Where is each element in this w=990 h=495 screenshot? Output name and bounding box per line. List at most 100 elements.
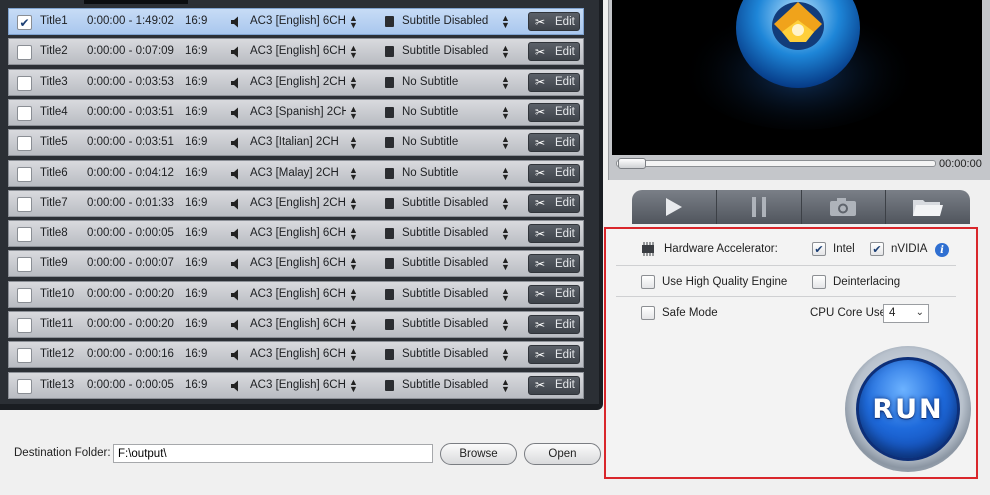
deinterlacing-checkbox[interactable]	[812, 275, 826, 289]
audio-track-select[interactable]: AC3 [English] 6CH	[250, 318, 346, 330]
audio-dropdown-arrows-icon[interactable]: ▲ ▼	[349, 165, 358, 181]
play-button[interactable]	[632, 190, 717, 224]
edit-button[interactable]: ✂ Edit	[528, 375, 580, 395]
title-checkbox[interactable]	[17, 227, 32, 243]
audio-dropdown-arrows-icon[interactable]: ▲ ▼	[349, 14, 358, 30]
edit-button[interactable]: ✂ Edit	[528, 163, 580, 183]
audio-track-select[interactable]: AC3 [English] 6CH	[250, 15, 346, 27]
title-row[interactable]: Title3 0:00:00 - 0:03:53 16:9 AC3 [Engli…	[8, 68, 584, 96]
preview-progress-thumb[interactable]	[618, 158, 646, 169]
title-checkbox[interactable]	[17, 287, 32, 303]
title-row[interactable]: Title4 0:00:00 - 0:03:51 16:9 AC3 [Spani…	[8, 98, 584, 126]
title-row[interactable]: Title5 0:00:00 - 0:03:51 16:9 AC3 [Itali…	[8, 129, 584, 157]
subtitle-dropdown-arrows-icon[interactable]: ▲ ▼	[501, 286, 510, 302]
subtitle-dropdown-arrows-icon[interactable]: ▲ ▼	[501, 317, 510, 333]
high-quality-engine-checkbox[interactable]	[641, 275, 655, 289]
title-row[interactable]: Title10 0:00:00 - 0:00:20 16:9 AC3 [Engl…	[8, 280, 584, 308]
subtitle-dropdown-arrows-icon[interactable]: ▲ ▼	[501, 135, 510, 151]
title-checkbox[interactable]	[17, 318, 32, 333]
title-checkbox[interactable]	[17, 105, 32, 121]
open-button[interactable]: Open	[524, 443, 601, 465]
safe-mode-checkbox[interactable]	[641, 306, 655, 320]
audio-track-select[interactable]: AC3 [English] 6CH	[250, 227, 346, 239]
edit-button[interactable]: ✂ Edit	[528, 224, 580, 244]
edit-button[interactable]: ✂ Edit	[528, 102, 580, 122]
deinterlacing-option[interactable]: Deinterlacing	[812, 275, 900, 289]
subtitle-select[interactable]: Subtitle Disabled	[402, 227, 488, 239]
title-row[interactable]: Title13 0:00:00 - 0:00:05 16:9 AC3 [Engl…	[8, 371, 584, 399]
subtitle-dropdown-arrows-icon[interactable]: ▲ ▼	[501, 226, 510, 242]
edit-button[interactable]: ✂ Edit	[528, 345, 580, 365]
run-button[interactable]: RUN	[845, 346, 971, 472]
title-checkbox[interactable]	[17, 348, 32, 364]
subtitle-dropdown-arrows-icon[interactable]: ▲ ▼	[501, 104, 510, 120]
audio-dropdown-arrows-icon[interactable]: ▲ ▼	[349, 317, 358, 333]
audio-dropdown-arrows-icon[interactable]: ▲ ▼	[349, 226, 358, 242]
title-checkbox[interactable]	[17, 136, 32, 152]
safe-mode-option[interactable]: Safe Mode	[641, 306, 718, 320]
subtitle-select[interactable]: No Subtitle	[402, 136, 458, 148]
title-checkbox[interactable]	[17, 75, 32, 91]
browse-button[interactable]: Browse	[440, 443, 517, 465]
edit-button[interactable]: ✂ Edit	[528, 315, 580, 334]
subtitle-select[interactable]: Subtitle Disabled	[402, 288, 488, 300]
destination-folder-input[interactable]	[113, 444, 433, 463]
pause-button[interactable]	[716, 190, 802, 224]
audio-dropdown-arrows-icon[interactable]: ▲ ▼	[349, 44, 358, 60]
intel-option[interactable]: ✔ Intel	[812, 242, 855, 256]
title-checkbox[interactable]	[17, 257, 32, 273]
subtitle-select[interactable]: Subtitle Disabled	[402, 257, 488, 269]
audio-track-select[interactable]: AC3 [English] 6CH	[250, 348, 346, 360]
subtitle-dropdown-arrows-icon[interactable]: ▲ ▼	[501, 256, 510, 272]
subtitle-select[interactable]: No Subtitle	[402, 76, 458, 88]
audio-dropdown-arrows-icon[interactable]: ▲ ▼	[349, 256, 358, 272]
audio-track-select[interactable]: AC3 [English] 6CH	[250, 45, 346, 57]
snapshot-button[interactable]	[801, 190, 887, 224]
title-row[interactable]: Title6 0:00:00 - 0:04:12 16:9 AC3 [Malay…	[8, 159, 584, 187]
subtitle-select[interactable]: No Subtitle	[402, 106, 458, 118]
title-row[interactable]: ✔ Title1 0:00:00 - 1:49:02 16:9 AC3 [Eng…	[8, 8, 584, 35]
audio-track-select[interactable]: AC3 [English] 6CH	[250, 257, 346, 269]
subtitle-select[interactable]: Subtitle Disabled	[402, 348, 488, 360]
edit-button[interactable]: ✂ Edit	[528, 72, 580, 92]
subtitle-dropdown-arrows-icon[interactable]: ▲ ▼	[501, 377, 510, 393]
subtitle-dropdown-arrows-icon[interactable]: ▲ ▼	[501, 195, 510, 211]
subtitle-dropdown-arrows-icon[interactable]: ▲ ▼	[501, 14, 510, 30]
title-row[interactable]: Title7 0:00:00 - 0:01:33 16:9 AC3 [Engli…	[8, 189, 584, 217]
subtitle-select[interactable]: Subtitle Disabled	[402, 379, 488, 391]
subtitle-dropdown-arrows-icon[interactable]: ▲ ▼	[501, 74, 510, 90]
audio-dropdown-arrows-icon[interactable]: ▲ ▼	[349, 104, 358, 120]
title-row[interactable]: Title11 0:00:00 - 0:00:20 16:9 AC3 [Engl…	[8, 311, 584, 338]
info-icon[interactable]: i	[935, 243, 949, 257]
open-folder-button[interactable]	[886, 190, 970, 224]
edit-button[interactable]: ✂ Edit	[528, 284, 580, 304]
subtitle-select[interactable]: Subtitle Disabled	[402, 197, 488, 209]
audio-track-select[interactable]: AC3 [English] 6CH	[250, 379, 346, 391]
audio-track-select[interactable]: AC3 [Spanish] 2CH	[250, 106, 346, 118]
cpu-core-use-select[interactable]: 4 ⌄	[883, 304, 929, 323]
audio-track-select[interactable]: AC3 [English] 2CH	[250, 76, 346, 88]
nvidia-option[interactable]: ✔ nVIDIA	[870, 242, 927, 256]
subtitle-select[interactable]: No Subtitle	[402, 167, 458, 179]
title-checkbox[interactable]	[17, 166, 32, 182]
edit-button[interactable]: ✂ Edit	[528, 254, 580, 274]
title-checkbox[interactable]	[17, 45, 32, 61]
high-quality-engine-option[interactable]: Use High Quality Engine	[641, 275, 787, 289]
title-checkbox[interactable]: ✔	[17, 15, 32, 30]
audio-track-select[interactable]: AC3 [English] 2CH	[250, 197, 346, 209]
edit-button[interactable]: ✂ Edit	[528, 133, 580, 153]
audio-track-select[interactable]: AC3 [Italian] 2CH	[250, 136, 346, 148]
edit-button[interactable]: ✂ Edit	[528, 12, 580, 31]
audio-dropdown-arrows-icon[interactable]: ▲ ▼	[349, 377, 358, 393]
title-checkbox[interactable]	[17, 378, 32, 394]
title-row[interactable]: Title8 0:00:00 - 0:00:05 16:9 AC3 [Engli…	[8, 220, 584, 248]
intel-checkbox[interactable]: ✔	[812, 242, 826, 256]
audio-dropdown-arrows-icon[interactable]: ▲ ▼	[349, 74, 358, 90]
edit-button[interactable]: ✂ Edit	[528, 42, 580, 62]
audio-dropdown-arrows-icon[interactable]: ▲ ▼	[349, 135, 358, 151]
preview-progress-track[interactable]	[616, 160, 936, 167]
subtitle-dropdown-arrows-icon[interactable]: ▲ ▼	[501, 347, 510, 363]
audio-track-select[interactable]: AC3 [Malay] 2CH	[250, 167, 346, 179]
title-row[interactable]: Title2 0:00:00 - 0:07:09 16:9 AC3 [Engli…	[8, 38, 584, 66]
subtitle-select[interactable]: Subtitle Disabled	[402, 15, 488, 27]
